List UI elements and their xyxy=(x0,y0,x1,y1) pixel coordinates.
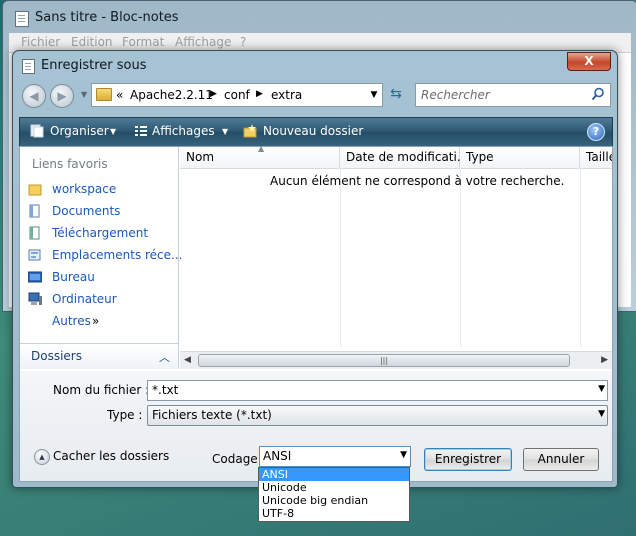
search-input[interactable]: Rechercher xyxy=(421,88,490,102)
breadcrumb-conf[interactable]: conf xyxy=(224,88,250,102)
encoding-value: ANSI xyxy=(263,449,292,463)
column-name[interactable]: Nom ▲ xyxy=(180,144,340,169)
encoding-option-utf8[interactable]: UTF-8 xyxy=(259,507,409,520)
forward-arrow-icon: ▶ xyxy=(57,89,67,103)
dialog-title: Enregistrer sous xyxy=(41,58,147,73)
filename-value: *.txt xyxy=(152,383,179,397)
favorite-label: workspace xyxy=(52,182,117,196)
scroll-thumb[interactable]: ||| xyxy=(198,354,570,367)
computer-icon xyxy=(28,292,42,305)
hide-folders-button[interactable]: Cacher les dossiers xyxy=(53,449,169,463)
save-button[interactable]: Enregistrer xyxy=(424,448,512,471)
organize-dropdown-icon[interactable]: ▼ xyxy=(110,127,116,136)
column-divider xyxy=(460,168,461,347)
column-divider xyxy=(340,168,341,347)
downloads-icon xyxy=(29,226,40,240)
menu-fichier[interactable]: Fichier xyxy=(21,35,60,49)
encoding-option-unicode-big-endian[interactable]: Unicode big endian xyxy=(259,494,409,507)
horizontal-scrollbar[interactable]: ◀ ||| ▶ xyxy=(180,351,612,369)
type-select[interactable]: Fichiers texte (*.txt) ▼ xyxy=(147,405,608,426)
type-value: Fichiers texte (*.txt) xyxy=(152,408,272,422)
cancel-button[interactable]: Annuler xyxy=(523,448,599,471)
refresh-button[interactable]: ⇆ xyxy=(385,83,407,105)
views-button[interactable]: Affichages xyxy=(152,124,215,138)
filename-dropdown-icon[interactable]: ▼ xyxy=(598,384,605,394)
breadcrumb-separator-icon[interactable]: ▶ xyxy=(210,89,217,99)
favorites-heading: Liens favoris xyxy=(32,157,108,171)
command-toolbar: Organiser ▼ Affichages ▼ Nouveau dossier… xyxy=(19,117,613,147)
refresh-icon: ⇆ xyxy=(390,86,402,102)
favorite-label: Emplacements réce... xyxy=(52,248,183,262)
close-button[interactable]: X xyxy=(567,52,611,71)
menu-affichage[interactable]: Affichage xyxy=(175,35,231,49)
menu-edition[interactable]: Edition xyxy=(71,35,113,49)
encoding-option-unicode[interactable]: Unicode xyxy=(259,481,409,494)
address-dropdown-icon[interactable]: ▼ xyxy=(366,84,382,106)
sort-ascending-icon: ▲ xyxy=(258,144,265,153)
chevron-up-icon: ︿ xyxy=(159,351,170,364)
column-divider xyxy=(580,168,581,347)
scroll-left-icon[interactable]: ◀ xyxy=(184,355,191,365)
breadcrumb-overflow[interactable]: « xyxy=(116,88,123,102)
encoding-select[interactable]: ANSI ▼ xyxy=(259,446,411,467)
favorite-label: Téléchargement xyxy=(52,226,149,240)
history-dropdown-icon[interactable]: ▼ xyxy=(81,90,87,99)
filename-label: Nom du fichier : xyxy=(53,383,150,397)
column-date-modified[interactable]: Date de modificati... xyxy=(340,147,468,169)
search-icon[interactable] xyxy=(591,87,605,101)
documents-icon xyxy=(29,204,40,218)
scroll-right-icon[interactable]: ▶ xyxy=(601,355,608,365)
dialog-notepad-icon xyxy=(22,59,35,74)
desktop-icon xyxy=(28,271,42,283)
notepad-titlebar[interactable]: Sans titre - Bloc-notes xyxy=(3,1,636,33)
notepad-title: Sans titre - Bloc-notes xyxy=(35,10,179,25)
more-chevron-icon: » xyxy=(92,314,100,328)
encoding-options-list: ANSI Unicode Unicode big endian UTF-8 xyxy=(258,467,410,522)
back-button[interactable]: ◀ xyxy=(22,84,46,108)
menu-format[interactable]: Format xyxy=(122,35,164,49)
views-icon xyxy=(135,126,147,136)
browser-pane: Liens favoris workspace Documents Téléch… xyxy=(19,144,613,372)
filename-input[interactable]: *.txt ▼ xyxy=(147,380,608,401)
encoding-dropdown-icon[interactable]: ▼ xyxy=(400,450,407,460)
favorite-label: Documents xyxy=(52,204,121,218)
back-arrow-icon: ◀ xyxy=(29,89,39,103)
new-folder-icon xyxy=(243,124,257,138)
navigation-pane: Liens favoris workspace Documents Téléch… xyxy=(20,147,183,369)
recent-places-icon xyxy=(28,249,41,261)
empty-results-message: Aucun élément ne correspond à votre rech… xyxy=(270,174,565,188)
new-folder-button[interactable]: Nouveau dossier xyxy=(263,124,363,138)
type-label: Type : xyxy=(107,408,143,422)
breadcrumb-extra[interactable]: extra xyxy=(271,88,302,102)
column-type[interactable]: Type xyxy=(460,147,580,169)
address-bar[interactable]: « Apache2.2.11 ▶ conf ▶ extra ▼ xyxy=(91,83,383,107)
forward-button[interactable]: ▶ xyxy=(50,84,74,108)
help-icon[interactable]: ? xyxy=(587,123,605,141)
menu-help[interactable]: ? xyxy=(240,35,246,49)
notepad-icon xyxy=(15,11,29,27)
more-label: Autres xyxy=(52,314,91,328)
folder-icon xyxy=(28,184,42,196)
search-box[interactable]: Rechercher xyxy=(415,83,611,107)
file-list: Nom ▲ Date de modificati... Type Taille … xyxy=(180,144,612,369)
views-dropdown-icon[interactable]: ▼ xyxy=(222,127,228,136)
favorite-label: Bureau xyxy=(52,270,95,284)
folder-icon xyxy=(96,88,112,101)
save-as-dialog: Enregistrer sous X ◀ ▶ ▼ « Apache2.2.11 … xyxy=(12,50,618,488)
encoding-label: Codage : xyxy=(212,452,266,466)
folders-label: Dossiers xyxy=(31,349,82,363)
favorite-label: Ordinateur xyxy=(52,292,117,306)
type-dropdown-icon[interactable]: ▼ xyxy=(598,409,605,419)
folders-toggle[interactable]: Dossiers ︿ xyxy=(20,343,178,369)
column-size[interactable]: Taille xyxy=(580,147,612,169)
organize-icon xyxy=(30,124,44,138)
breadcrumb-separator-icon[interactable]: ▶ xyxy=(256,89,263,99)
encoding-option-ansi[interactable]: ANSI xyxy=(259,468,409,481)
chevron-up-icon[interactable]: ▲ xyxy=(34,449,50,465)
organize-button[interactable]: Organiser xyxy=(50,124,109,138)
breadcrumb-apache[interactable]: Apache2.2.11 xyxy=(130,88,213,102)
